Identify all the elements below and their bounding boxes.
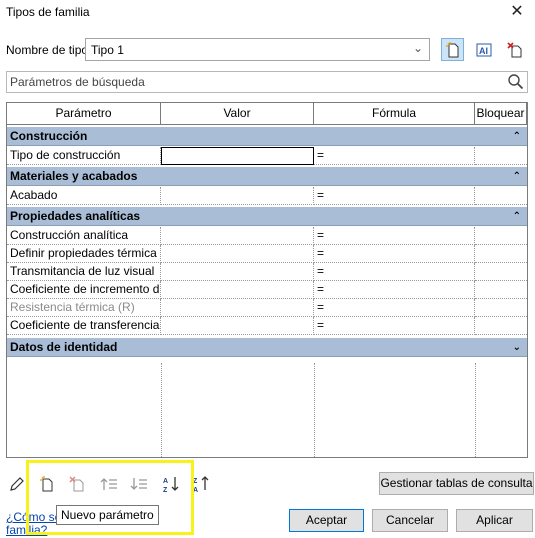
ok-button[interactable]: Aceptar	[289, 509, 364, 532]
value-cell[interactable]	[161, 281, 314, 299]
type-name-label: Nombre de tipo:	[6, 43, 92, 57]
column-header-parameter[interactable]: Parámetro	[7, 103, 161, 124]
delete-type-icon	[506, 41, 521, 57]
type-name-dropdown[interactable]: Tipo 1 ⌄	[85, 38, 430, 61]
parameter-name: Acabado	[7, 187, 161, 205]
column-header-value[interactable]: Valor	[161, 103, 314, 124]
column-header-formula[interactable]: Fórmula	[314, 103, 475, 124]
table-row[interactable]: Transmitancia de luz visual =	[7, 263, 527, 281]
magnifier-icon[interactable]	[507, 73, 525, 91]
lock-cell	[475, 299, 527, 317]
table-row[interactable]: Coeficiente de transferencia =	[7, 317, 527, 335]
chevron-down-icon: ⌄	[412, 41, 423, 55]
rename-type-icon: AI	[476, 43, 491, 56]
apply-button[interactable]: Aplicar	[456, 509, 533, 532]
parameter-search-field[interactable]: Parámetros de búsqueda	[6, 71, 528, 93]
table-row[interactable]: Tipo de construcción =	[7, 147, 527, 165]
formula-cell[interactable]: =	[314, 281, 475, 299]
group-header-analytical[interactable]: Propiedades analíticas ⌃	[7, 207, 527, 226]
collapse-icon[interactable]: ⌃	[513, 167, 521, 186]
column-divider	[314, 363, 315, 457]
group-title: Datos de identidad	[10, 340, 118, 354]
search-placeholder: Parámetros de búsqueda	[10, 75, 145, 89]
formula-cell: =	[314, 299, 475, 317]
window-title: Tipos de familia	[6, 5, 90, 19]
table-row[interactable]: Acabado =	[7, 187, 527, 205]
table-row[interactable]: Resistencia térmica (R) =	[7, 299, 527, 317]
parameter-name: Coeficiente de incremento d	[7, 281, 161, 299]
lock-cell[interactable]	[475, 263, 527, 281]
sort-descending-icon: Z A	[193, 476, 209, 493]
column-divider	[475, 363, 476, 457]
formula-cell[interactable]: =	[314, 187, 475, 205]
formula-cell[interactable]: =	[314, 245, 475, 263]
column-header-lock[interactable]: Bloquear	[475, 103, 527, 124]
group-title: Construcción	[10, 129, 88, 143]
value-cell[interactable]	[161, 187, 314, 205]
value-cell[interactable]	[161, 245, 314, 263]
parameter-name: Definir propiedades térmica	[7, 245, 161, 263]
table-row[interactable]: Definir propiedades térmica =	[7, 245, 527, 263]
value-cell	[161, 299, 314, 317]
lock-cell[interactable]	[475, 317, 527, 335]
lock-cell[interactable]	[475, 227, 527, 245]
group-title: Propiedades analíticas	[10, 209, 141, 223]
parameter-name: Resistencia térmica (R)	[7, 299, 161, 317]
lock-cell[interactable]	[475, 281, 527, 299]
group-header-construction[interactable]: Construcción ⌃	[7, 127, 527, 146]
parameter-name: Coeficiente de transferencia	[7, 317, 161, 335]
formula-cell[interactable]: =	[314, 227, 475, 245]
expand-icon[interactable]: ⌄	[513, 338, 521, 357]
parameter-name: Construcción analítica	[7, 227, 161, 245]
group-header-identity[interactable]: Datos de identidad ⌄	[7, 338, 527, 357]
collapse-icon[interactable]: ⌃	[513, 127, 521, 146]
cancel-button[interactable]: Cancelar	[372, 509, 448, 532]
collapse-icon[interactable]: ⌃	[513, 207, 521, 226]
parameter-name: Tipo de construcción	[7, 147, 161, 165]
group-title: Materiales y acabados	[10, 169, 138, 183]
formula-cell[interactable]: =	[314, 317, 475, 335]
new-type-button[interactable]	[441, 38, 464, 61]
svg-text:AI: AI	[479, 46, 488, 56]
table-row[interactable]: Construcción analítica =	[7, 227, 527, 245]
group-header-materials[interactable]: Materiales y acabados ⌃	[7, 167, 527, 186]
formula-cell[interactable]: =	[314, 147, 475, 165]
pencil-icon	[10, 477, 24, 491]
column-divider	[161, 363, 162, 457]
formula-cell[interactable]: =	[314, 263, 475, 281]
lock-cell[interactable]	[475, 187, 527, 205]
parameter-grid[interactable]: Parámetro Valor Fórmula Bloquear Constru…	[6, 102, 528, 458]
new-type-icon	[445, 41, 458, 57]
value-cell[interactable]	[161, 227, 314, 245]
lock-cell[interactable]	[475, 147, 527, 165]
manage-lookup-tables-button[interactable]: Gestionar tablas de consulta	[379, 472, 534, 495]
close-icon[interactable]: ✕	[505, 1, 529, 23]
edit-parameter-button[interactable]	[6, 473, 28, 495]
table-row[interactable]: Coeficiente de incremento d =	[7, 281, 527, 299]
grid-header: Parámetro Valor Fórmula Bloquear	[7, 103, 527, 125]
highlight-annotation-box	[26, 460, 194, 535]
delete-type-button[interactable]	[503, 38, 526, 61]
lock-cell[interactable]	[475, 245, 527, 263]
value-cell[interactable]	[161, 263, 314, 281]
parameter-name: Transmitancia de luz visual	[7, 263, 161, 281]
value-cell[interactable]	[161, 147, 314, 165]
title-bar: Tipos de familia ✕	[0, 0, 535, 26]
type-name-value: Tipo 1	[91, 43, 124, 57]
rename-type-button[interactable]: AI	[472, 38, 495, 61]
value-cell[interactable]	[161, 317, 314, 335]
